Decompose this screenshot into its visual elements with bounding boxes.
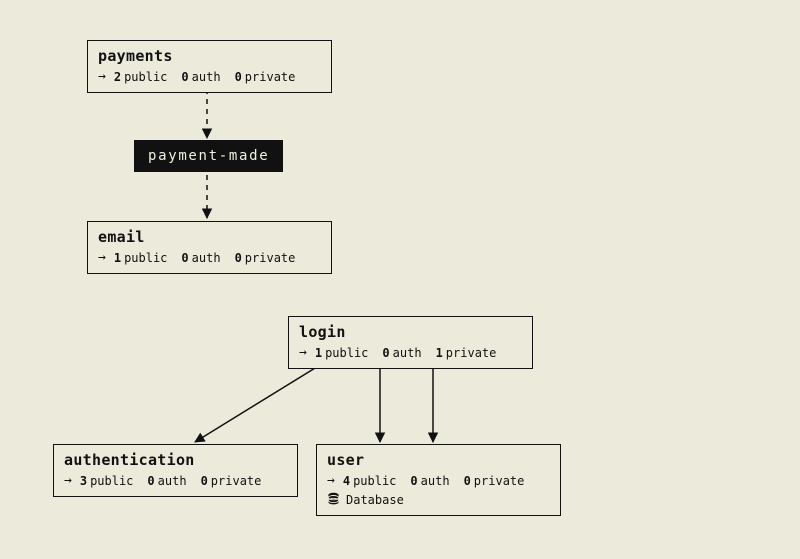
node-login[interactable]: login → 1public 0auth 1private xyxy=(288,316,533,369)
arrow-icon: → xyxy=(98,69,106,84)
node-stats: → 2public 0auth 0private xyxy=(98,69,321,84)
node-payments[interactable]: payments → 2public 0auth 0private xyxy=(87,40,332,93)
event-payment-made[interactable]: payment-made xyxy=(134,140,283,172)
event-label: payment-made xyxy=(148,148,269,164)
node-stats: → 1public 0auth 1private xyxy=(299,345,522,360)
node-title: email xyxy=(98,228,321,246)
arrow-icon: → xyxy=(64,473,72,488)
node-extras: Database xyxy=(327,492,550,507)
node-title: authentication xyxy=(64,451,287,469)
node-title: payments xyxy=(98,47,321,65)
node-title: user xyxy=(327,451,550,469)
arrow-icon: → xyxy=(299,345,307,360)
edge-login-to-authentication xyxy=(195,365,320,442)
node-user[interactable]: user → 4public 0auth 0private Database xyxy=(316,444,561,516)
node-stats: → 4public 0auth 0private xyxy=(327,473,550,488)
arrow-icon: → xyxy=(98,250,106,265)
node-authentication[interactable]: authentication → 3public 0auth 0private xyxy=(53,444,298,497)
node-email[interactable]: email → 1public 0auth 0private xyxy=(87,221,332,274)
node-stats: → 3public 0auth 0private xyxy=(64,473,287,488)
arrow-icon: → xyxy=(327,473,335,488)
node-title: login xyxy=(299,323,522,341)
node-stats: → 1public 0auth 0private xyxy=(98,250,321,265)
database-icon xyxy=(327,492,340,507)
service-diagram: { "nodes": { "payments": { "title": "pay… xyxy=(0,0,800,559)
extra-label: Database xyxy=(346,493,404,507)
